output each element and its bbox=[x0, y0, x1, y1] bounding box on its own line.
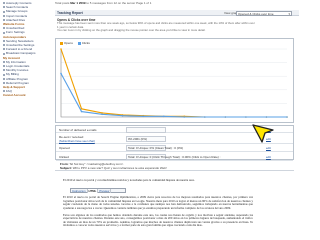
data-point bbox=[224, 116, 227, 118]
stats-row: Clicked Total: 0 Unique: 0 (Click Through… bbox=[56, 152, 293, 161]
bullet-icon bbox=[3, 69, 5, 72]
bullet-icon bbox=[3, 19, 5, 21]
bullet-icon bbox=[3, 2, 5, 5]
series-line-0 bbox=[60, 48, 287, 118]
stats-value: Total: 0 Unique: 0 (Click Through Total)… bbox=[128, 154, 221, 159]
series-line-1 bbox=[60, 73, 287, 118]
legend-swatch bbox=[77, 41, 81, 45]
bullet-icon bbox=[3, 14, 5, 17]
chart-description: This message has been sent more than one… bbox=[57, 21, 257, 33]
count-prefix: Total posts bbox=[55, 1, 70, 5]
mouse-pointer-icon bbox=[252, 124, 274, 143]
edit-link[interactable]: edit bbox=[266, 155, 271, 159]
description-line-2: You can zoom in by clicking on the graph… bbox=[57, 28, 206, 32]
bullet-icon bbox=[3, 44, 5, 47]
sidebar-item-label: Cancel Account bbox=[3, 93, 26, 98]
data-point bbox=[121, 114, 124, 117]
data-point bbox=[183, 116, 186, 118]
data-point bbox=[60, 48, 62, 50]
legend-label: Opens bbox=[64, 41, 73, 45]
bullet-icon bbox=[3, 40, 5, 42]
bullet-icon bbox=[3, 82, 5, 84]
tab-instruccion[interactable]: Instruccion bbox=[71, 189, 88, 193]
bullet-icon bbox=[3, 52, 5, 55]
chart-legend: Opens Clicks bbox=[60, 41, 95, 46]
chart-axis bbox=[60, 49, 287, 118]
data-point bbox=[101, 113, 103, 116]
tab-html[interactable]: HTML bbox=[87, 189, 99, 193]
legend-item: Clicks bbox=[77, 41, 90, 45]
stats-label: Number of delivered e-mails bbox=[59, 127, 97, 132]
legend-item: Opens bbox=[60, 41, 73, 45]
sidebar-item[interactable]: Cancel Account bbox=[3, 93, 26, 97]
page-title: Tracking Report bbox=[57, 11, 83, 15]
bullet-icon bbox=[3, 10, 5, 13]
stats-label: Clicked bbox=[59, 154, 69, 159]
data-point bbox=[142, 115, 144, 118]
data-point bbox=[286, 116, 288, 118]
sidebar: Autoreply Contents Search Contacts Manage … bbox=[2, 0, 53, 98]
stats-row: Opened Total: 0 Unique: 0% (Clean Total) … bbox=[56, 144, 293, 152]
bullet-icon bbox=[3, 77, 5, 80]
data-point bbox=[60, 72, 62, 75]
bullet-icon bbox=[3, 90, 5, 93]
data-point bbox=[245, 116, 247, 118]
email-paragraph: El 2010 el nuevo tu portal y con muchisi… bbox=[63, 178, 195, 182]
legend-label: Clicks bbox=[81, 41, 90, 45]
tracking-chart[interactable] bbox=[57, 47, 291, 119]
stats-value: 0% 2061 (0%) bbox=[128, 136, 148, 141]
data-point bbox=[162, 115, 165, 118]
stats-value-box bbox=[126, 126, 166, 133]
page-indicator: Page 1 of 1 bbox=[136, 1, 152, 5]
bullet-icon bbox=[3, 48, 5, 51]
tracking-header: Tracking Report View graphs: Opened & Cl… bbox=[55, 10, 299, 16]
bullet-icon bbox=[3, 65, 5, 68]
graph-range-value: Opened & Clicks over time bbox=[238, 11, 274, 16]
edit-link[interactable]: edit bbox=[266, 146, 271, 150]
graph-range-select[interactable]: Opened & Clicks over time ▾ bbox=[236, 10, 292, 16]
count-date: Mar 1 2009 bbox=[70, 1, 86, 5]
data-point bbox=[101, 112, 103, 114]
legend-swatch bbox=[60, 41, 63, 45]
stats-value: Total: 0 Unique: 0% (Clean Total) : 0 (0… bbox=[128, 146, 184, 150]
bullet-icon bbox=[3, 6, 5, 9]
message-count-line: Total posts Mar 1 2009 to 5 messages fro… bbox=[55, 1, 151, 5]
bullet-icon bbox=[3, 73, 5, 76]
email-body: El 2010 el nuevo tu portal y con muchisi… bbox=[63, 178, 253, 231]
email-view-tabs: Instruccion HTML Preview bbox=[70, 188, 126, 193]
data-point bbox=[204, 116, 206, 118]
email-paragraph: Estos son algunos de los resultados que … bbox=[63, 212, 253, 228]
divider bbox=[55, 170, 294, 171]
subscribers-link[interactable]: (Subscribers have seen that) bbox=[59, 139, 95, 143]
stats-label: Opened bbox=[59, 146, 70, 150]
data-point bbox=[80, 110, 83, 113]
bullet-icon bbox=[3, 31, 5, 34]
chevron-down-icon: ▾ bbox=[288, 11, 290, 16]
data-point bbox=[265, 116, 268, 118]
email-paragraph: El 2010 el nuevo tu portal de Search Eng… bbox=[63, 195, 253, 210]
tab-preview[interactable]: Preview bbox=[98, 189, 112, 193]
bullet-icon bbox=[3, 61, 5, 63]
bullet-icon bbox=[3, 27, 5, 30]
count-detail: to 5 messages from 12 on the server bbox=[86, 1, 136, 5]
